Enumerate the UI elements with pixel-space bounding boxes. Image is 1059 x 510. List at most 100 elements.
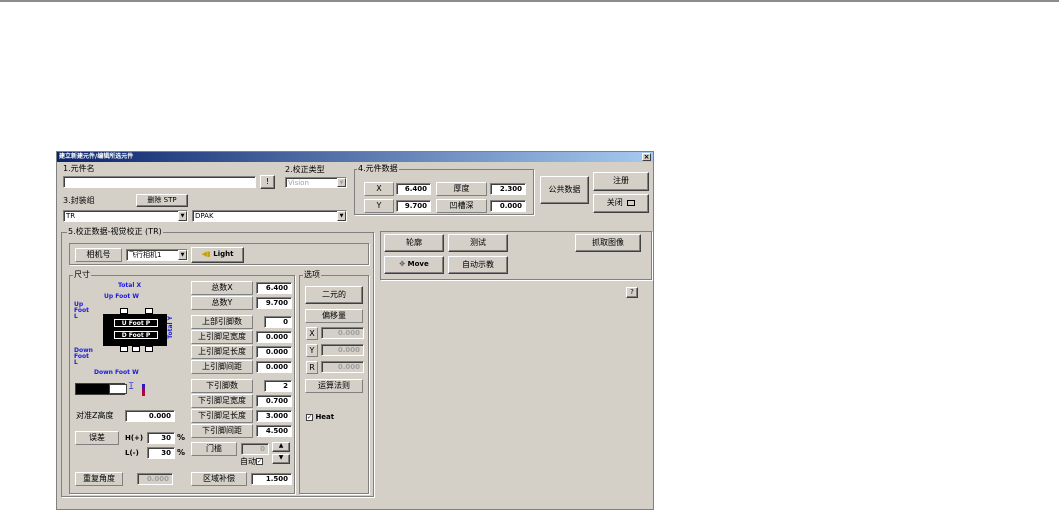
down-foot-w-text: Down Foot W xyxy=(94,369,139,376)
move-icon: ✥ xyxy=(399,260,406,268)
z-height-value[interactable]: 0.000 xyxy=(125,410,175,422)
groove-depth-label: 凹槽深 xyxy=(436,199,487,213)
dimensions-label: 尺寸 xyxy=(73,270,91,280)
chevron-down-icon: ▼ xyxy=(337,178,346,187)
offset-y-label: Y xyxy=(306,344,318,357)
algorithm-button[interactable]: 运算法则 xyxy=(305,379,363,393)
dialog-title: 建立新建元件/编辑所选元件 xyxy=(59,153,134,160)
correction-data-label: 5.校正数据-视觉校正 (TR) xyxy=(67,227,163,237)
threshold-label: 门槛 xyxy=(191,442,237,456)
correction-type-select[interactable]: Vision ▼ xyxy=(285,177,347,188)
repeat-angle-value[interactable]: 0.000 xyxy=(137,473,173,485)
heat-checkbox[interactable]: ✓ Heat xyxy=(306,412,334,422)
up-pin-pitch-value[interactable]: 0.000 xyxy=(256,361,292,373)
move-button[interactable]: ✥ Move xyxy=(384,256,444,274)
area-comp-label: 区域补偿 xyxy=(191,472,247,486)
close-icon[interactable]: × xyxy=(642,153,651,161)
shortcut-icon xyxy=(627,199,636,206)
down-pin-pitch-value[interactable]: 4.500 xyxy=(256,425,292,437)
package-type-select[interactable]: DPAK ▼ xyxy=(192,210,347,222)
component-data-label: 4.元件数据 xyxy=(357,164,399,174)
public-data-button[interactable]: 公共数据 xyxy=(540,176,589,204)
checkbox-checked-icon: ✓ xyxy=(306,413,313,421)
chevron-down-icon: ▼ xyxy=(178,250,187,260)
register-button[interactable]: 注册 xyxy=(593,172,649,191)
dialog-titlebar: 建立新建元件/编辑所选元件 × xyxy=(57,152,653,162)
up-pin-count-value[interactable]: 0 xyxy=(264,316,292,328)
binary-button[interactable]: 二元的 xyxy=(305,286,363,304)
tol-plus-label: H(+) xyxy=(125,434,144,442)
up-pin-width-value[interactable]: 0.000 xyxy=(256,331,292,343)
x-value[interactable]: 6.400 xyxy=(396,183,431,195)
test-button[interactable]: 测试 xyxy=(448,234,508,252)
down-pin-pitch-label: 下引脚间距 xyxy=(191,424,253,438)
threshold-up-button[interactable]: ▲ xyxy=(272,442,290,452)
chevron-down-icon: ▼ xyxy=(337,211,346,221)
camera-select[interactable]: 飞行相机1 ▼ xyxy=(126,249,188,261)
close-button[interactable]: 关闭 xyxy=(593,194,649,213)
name-lookup-button[interactable]: ! xyxy=(260,175,275,189)
total-y-text: Total Y xyxy=(167,316,174,339)
contour-button[interactable]: 轮廓 xyxy=(384,234,444,252)
light-button[interactable]: ◀▮ Light xyxy=(191,247,244,263)
component-name-input[interactable] xyxy=(63,176,256,188)
options-label: 选项 xyxy=(303,270,321,280)
help-button[interactable]: ? xyxy=(626,287,638,298)
top-divider xyxy=(0,0,1059,2)
camera-label: 相机号 xyxy=(75,248,122,262)
down-pin-count-label: 下引脚数 xyxy=(191,379,253,393)
down-pin-count-value[interactable]: 2 xyxy=(264,380,292,392)
offset-r-value[interactable]: 0.000 xyxy=(321,361,364,373)
tolerance-label: 误差 xyxy=(75,431,119,445)
offset-x-value[interactable]: 0.000 xyxy=(321,327,364,339)
down-pin-width-value[interactable]: 0.700 xyxy=(256,395,292,407)
component-name-label: 1.元件名 xyxy=(63,164,95,173)
threshold-value[interactable]: 0 xyxy=(241,443,269,455)
auto-checkbox[interactable]: 自动✓ xyxy=(240,457,263,467)
checkbox-checked-icon: ✓ xyxy=(256,458,263,465)
component-dialog: 建立新建元件/编辑所选元件 × 1.元件名 ! 2.校正类型 Vision ▼ … xyxy=(56,151,654,510)
offset-y-value[interactable]: 0.000 xyxy=(321,344,364,356)
up-pin-length-value[interactable]: 0.000 xyxy=(256,346,292,358)
total-y-label: 总数Y xyxy=(191,296,253,310)
total-y-value[interactable]: 9.700 xyxy=(256,297,292,309)
tol-plus-value[interactable]: 30 xyxy=(147,432,175,444)
repeat-angle-label: 重复角度 xyxy=(75,472,123,486)
auto-teach-button[interactable]: 自动示教 xyxy=(448,256,508,274)
d-foot-p-text: D Foot P xyxy=(114,331,158,339)
total-x-value[interactable]: 6.400 xyxy=(256,282,292,294)
x-label: X xyxy=(364,182,394,196)
delete-stp-button[interactable]: 删除 STP xyxy=(136,194,188,207)
down-pin-length-label: 下引脚足长度 xyxy=(191,409,253,423)
correction-type-label: 2.校正类型 xyxy=(285,165,325,174)
area-comp-value[interactable]: 1.500 xyxy=(251,473,292,485)
groove-depth-value[interactable]: 0.000 xyxy=(490,200,526,212)
height-arrow-icon: ┬ ┴ xyxy=(129,379,134,393)
up-pin-count-label: 上部引脚数 xyxy=(191,315,253,329)
total-x-text: Total X xyxy=(118,282,142,289)
down-pin-width-label: 下引脚足宽度 xyxy=(191,394,253,408)
thickness-value[interactable]: 2.300 xyxy=(490,183,526,195)
tol-minus-percent: % xyxy=(177,448,186,457)
package-group-label: 3.封装组 xyxy=(63,196,95,205)
y-label: Y xyxy=(364,199,394,213)
down-pin-length-value[interactable]: 3.000 xyxy=(256,410,292,422)
offset-x-label: X xyxy=(306,327,318,340)
total-x-label: 总数X xyxy=(191,281,253,295)
light-icon: ◀▮ xyxy=(201,250,211,258)
up-foot-l-text: Up Foot L xyxy=(74,301,89,320)
z-height-label: 对准Z高度 xyxy=(76,411,114,420)
package-group-select[interactable]: TR ▼ xyxy=(63,210,188,222)
thickness-label: 厚度 xyxy=(436,182,487,196)
up-pin-length-label: 上引脚足长度 xyxy=(191,345,253,359)
offset-r-label: R xyxy=(306,361,318,374)
height-graphic-pad xyxy=(109,384,127,394)
tol-minus-value[interactable]: 30 xyxy=(147,447,175,459)
up-pin-width-label: 上引脚足宽度 xyxy=(191,330,253,344)
capture-image-button[interactable]: 抓取图像 xyxy=(575,234,641,252)
threshold-down-button[interactable]: ▼ xyxy=(272,454,290,464)
package-diagram: Total X Up Foot W Up Foot L U Foot P D F… xyxy=(74,280,184,378)
offset-button[interactable]: 偏移量 xyxy=(305,309,363,323)
tol-minus-label: L(-) xyxy=(125,449,139,457)
y-value[interactable]: 9.700 xyxy=(396,200,431,212)
